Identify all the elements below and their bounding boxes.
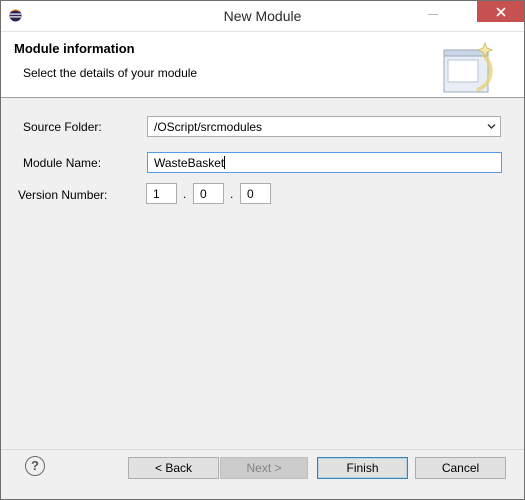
title-bar[interactable]: New Module xyxy=(1,1,524,31)
close-button[interactable] xyxy=(477,1,524,22)
version-major-value: 1 xyxy=(153,187,160,201)
finish-button[interactable]: Finish xyxy=(317,457,408,479)
module-name-label: Module Name: xyxy=(23,156,102,170)
minimize-button[interactable] xyxy=(419,1,447,23)
next-button[interactable]: Next > xyxy=(220,457,308,479)
version-patch-field[interactable]: 0 xyxy=(240,183,271,204)
page-description: Select the details of your module xyxy=(23,66,198,80)
version-number-label: Version Number: xyxy=(18,188,108,202)
source-folder-label: Source Folder: xyxy=(23,120,102,134)
module-name-text-wrap: WasteBasket xyxy=(154,156,226,170)
eclipse-icon xyxy=(9,9,22,22)
version-minor-field[interactable]: 0 xyxy=(193,183,224,204)
source-folder-combo[interactable]: /OScript/srcmodules xyxy=(147,116,501,137)
wizard-window-icon xyxy=(443,41,494,93)
chevron-down-icon[interactable] xyxy=(487,123,496,130)
minimize-icon xyxy=(428,14,438,15)
back-button[interactable]: < Back xyxy=(128,457,219,479)
help-icon[interactable]: ? xyxy=(25,456,45,476)
version-patch-value: 0 xyxy=(247,187,254,201)
version-major-field[interactable]: 1 xyxy=(146,183,177,204)
module-name-field[interactable]: WasteBasket xyxy=(147,152,502,173)
source-folder-value: /OScript/srcmodules xyxy=(154,120,263,134)
footer-divider xyxy=(1,449,524,450)
version-minor-value: 0 xyxy=(200,187,207,201)
new-module-dialog: New Module Module information Select the… xyxy=(0,0,525,500)
module-name-value: WasteBasket xyxy=(154,156,225,170)
cancel-button[interactable]: Cancel xyxy=(415,457,506,479)
close-icon xyxy=(496,7,506,17)
header-divider xyxy=(1,97,524,98)
page-title: Module information xyxy=(14,41,135,56)
version-separator: . xyxy=(230,187,234,201)
header-banner: Module information Select the details of… xyxy=(1,31,524,98)
version-separator: . xyxy=(183,187,187,201)
text-caret xyxy=(224,156,226,169)
